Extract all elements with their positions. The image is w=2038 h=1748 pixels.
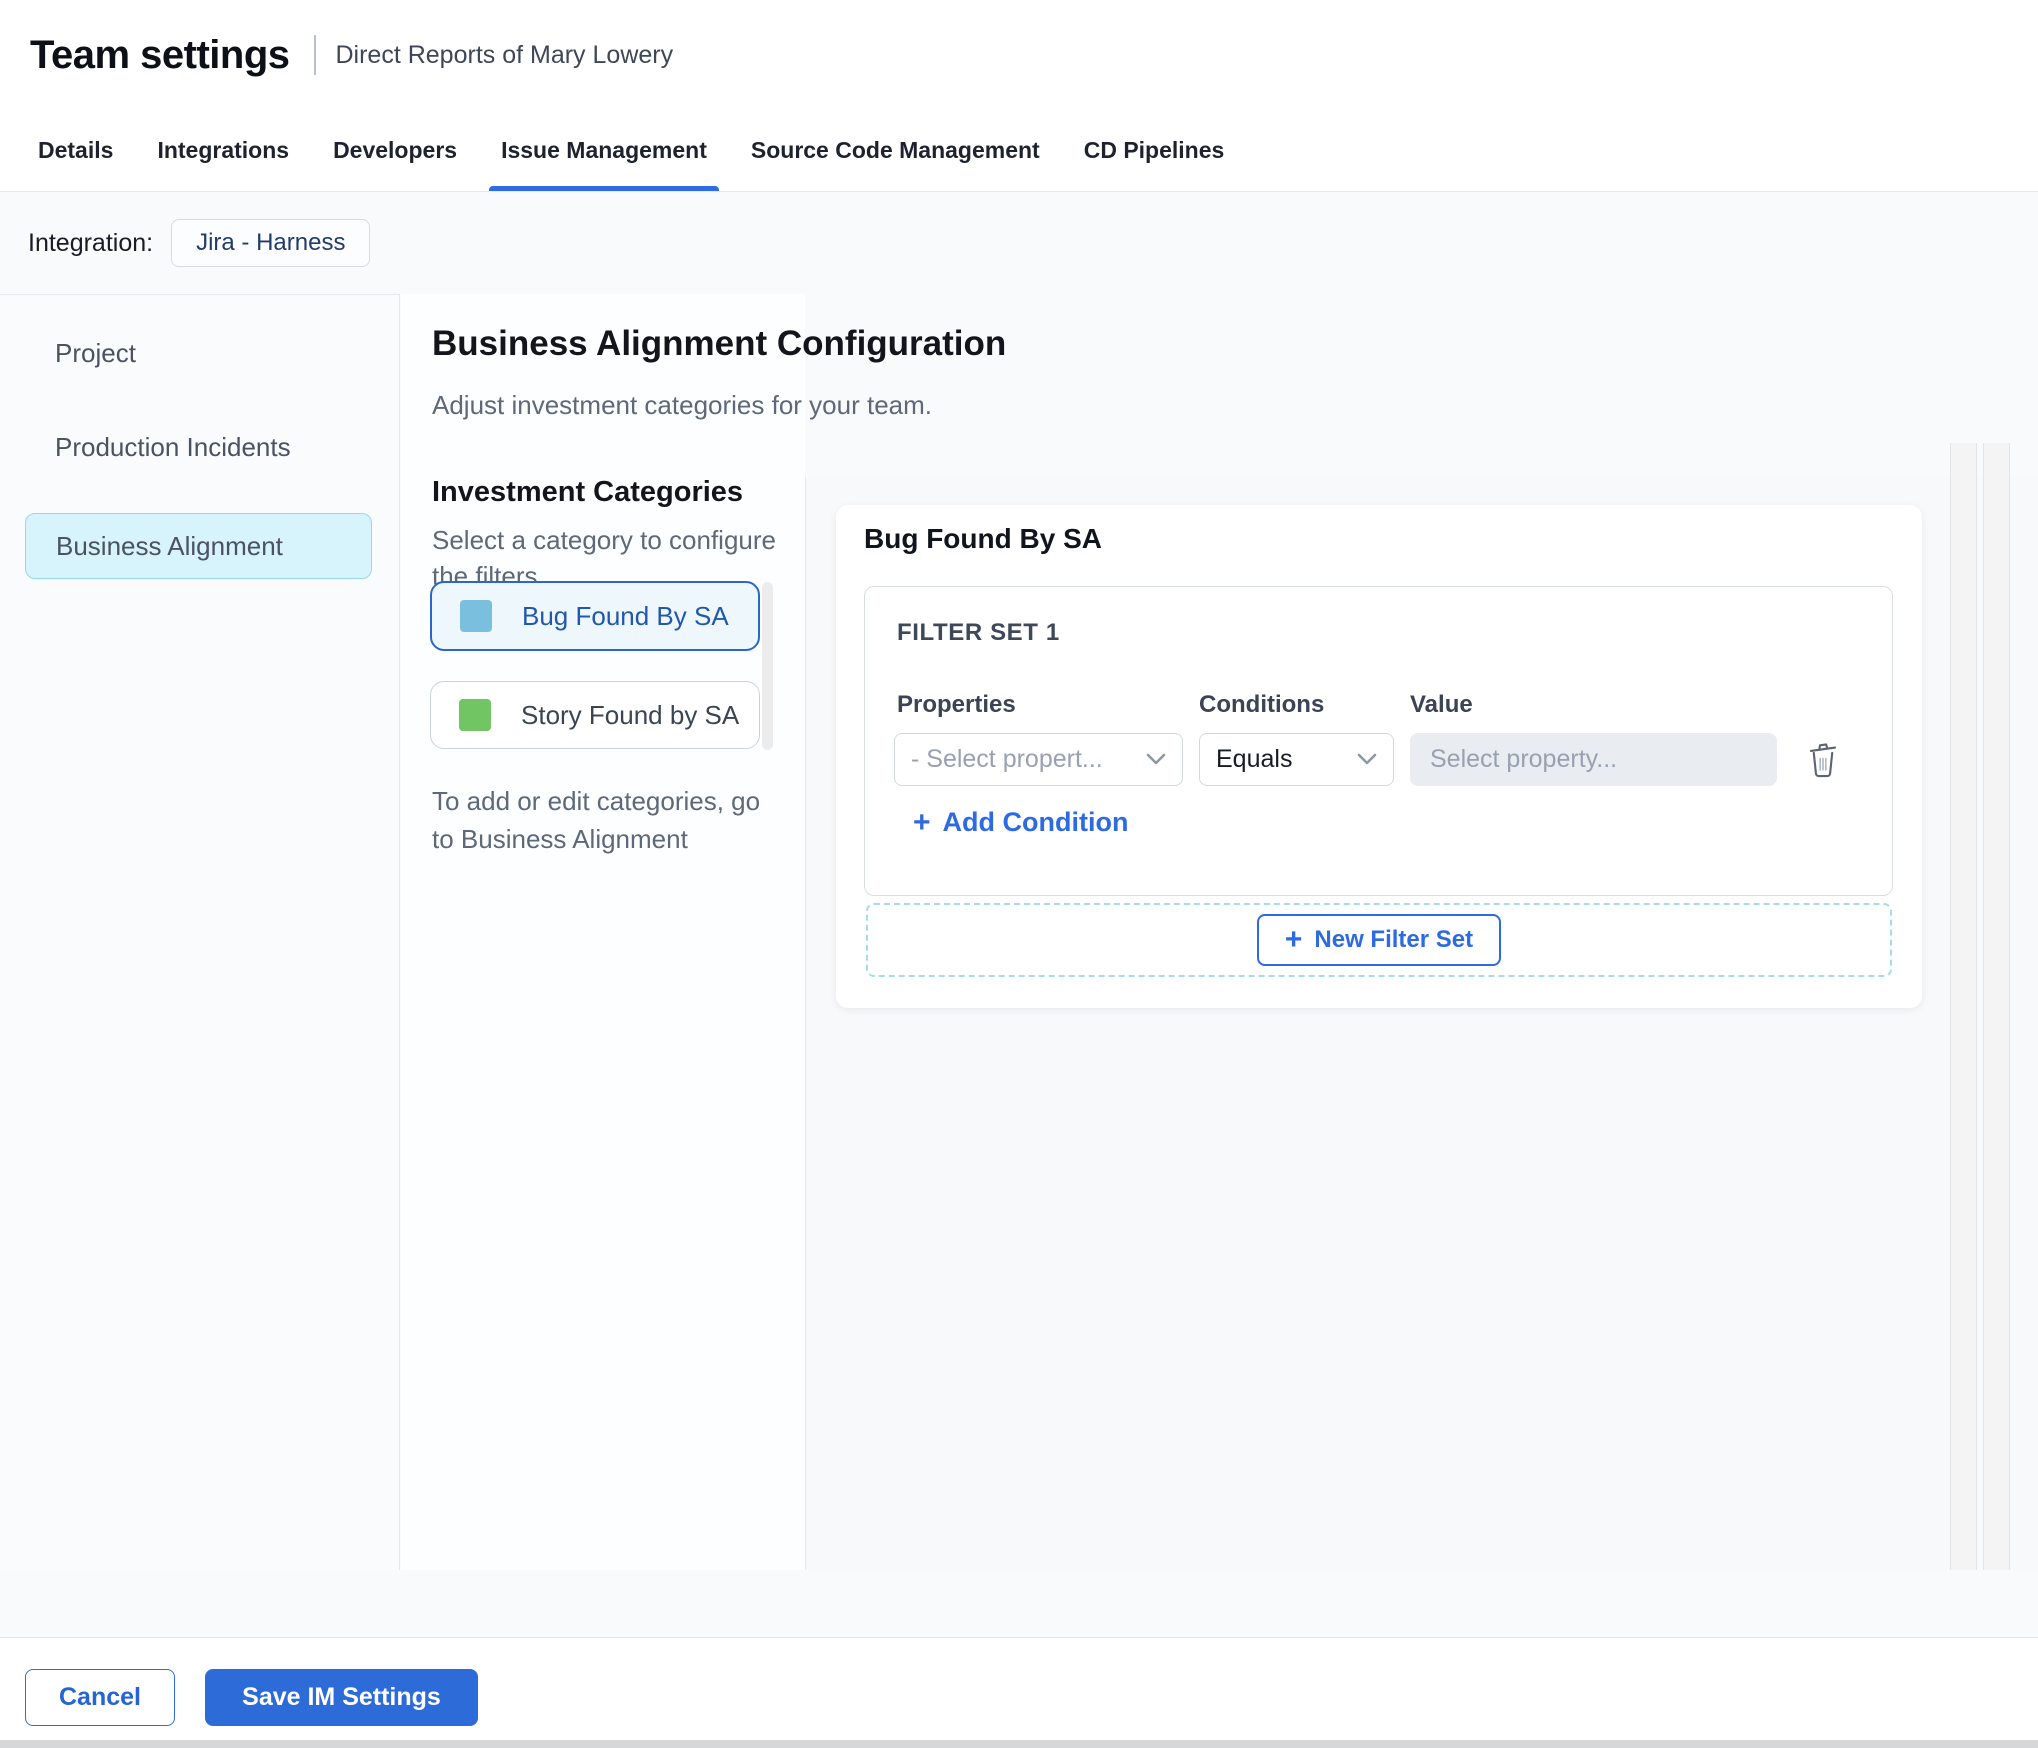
column-label-value: Value bbox=[1410, 691, 1473, 718]
sidebar-item-production-incidents[interactable]: Production Incidents bbox=[25, 414, 372, 480]
chevron-down-icon bbox=[1146, 753, 1166, 766]
filter-set-box: FILTER SET 1 Properties Conditions Value… bbox=[864, 586, 1893, 896]
category-color-swatch bbox=[459, 699, 491, 731]
tab-details[interactable]: Details bbox=[16, 110, 135, 191]
tab-bar: Details Integrations Developers Issue Ma… bbox=[0, 110, 2038, 192]
category-color-swatch bbox=[460, 600, 492, 632]
new-filter-set-dropzone: + New Filter Set bbox=[866, 903, 1892, 977]
category-config-card: Bug Found By SA FILTER SET 1 Properties … bbox=[836, 505, 1922, 1008]
plus-icon: + bbox=[1284, 923, 1303, 956]
footer-bar: Cancel Save IM Settings bbox=[0, 1637, 2038, 1740]
page-header: Team settings Direct Reports of Mary Low… bbox=[0, 0, 2038, 110]
trash-icon bbox=[1806, 740, 1840, 780]
page-scrollbar-track[interactable] bbox=[1983, 443, 2010, 1570]
investment-categories-heading: Investment Categories bbox=[432, 476, 744, 508]
filter-set-title: FILTER SET 1 bbox=[897, 619, 1060, 646]
value-field-wrap bbox=[1410, 733, 1777, 786]
page-title: Team settings bbox=[30, 32, 290, 77]
tab-source-code-management[interactable]: Source Code Management bbox=[729, 110, 1062, 191]
category-label: Story Found by SA bbox=[521, 699, 740, 730]
title-divider bbox=[313, 35, 316, 75]
chevron-down-icon bbox=[1357, 753, 1377, 766]
window-bottom-edge bbox=[0, 1740, 2038, 1748]
add-condition-label: Add Condition bbox=[942, 807, 1129, 837]
tab-issue-management[interactable]: Issue Management bbox=[479, 110, 729, 191]
delete-condition-button[interactable] bbox=[1801, 733, 1845, 786]
config-column: Bug Found By SA FILTER SET 1 Properties … bbox=[806, 477, 2038, 1570]
settings-sidebar: Project Production Incidents Business Al… bbox=[0, 294, 400, 1570]
sidebar-item-project[interactable]: Project bbox=[25, 320, 372, 386]
category-label: Bug Found By SA bbox=[522, 600, 729, 631]
settings-body: Project Production Incidents Business Al… bbox=[0, 294, 2038, 1637]
section-subtitle: Adjust investment categories for your te… bbox=[432, 390, 933, 420]
save-im-settings-button[interactable]: Save IM Settings bbox=[205, 1669, 478, 1726]
tab-cd-pipelines[interactable]: CD Pipelines bbox=[1062, 110, 1247, 191]
tab-developers[interactable]: Developers bbox=[311, 110, 479, 191]
condition-select[interactable]: Equals bbox=[1199, 733, 1394, 786]
plus-icon: + bbox=[913, 805, 931, 839]
new-filter-set-label: New Filter Set bbox=[1314, 926, 1474, 953]
section-title: Business Alignment Configuration bbox=[432, 324, 1007, 363]
integration-chip[interactable]: Jira - Harness bbox=[171, 219, 371, 267]
inner-scrollbar-track[interactable] bbox=[1950, 443, 1977, 1570]
cancel-button[interactable]: Cancel bbox=[25, 1669, 175, 1726]
tab-integrations[interactable]: Integrations bbox=[135, 110, 311, 191]
category-story-found-by-sa[interactable]: Story Found by SA bbox=[430, 681, 760, 749]
column-label-conditions: Conditions bbox=[1199, 691, 1325, 718]
integration-label: Integration: bbox=[28, 228, 154, 257]
column-label-properties: Properties bbox=[897, 691, 1016, 718]
category-bug-found-by-sa[interactable]: Bug Found By SA bbox=[430, 581, 760, 651]
category-list-scrollbar[interactable] bbox=[762, 582, 773, 750]
add-condition-button[interactable]: + Add Condition bbox=[913, 807, 1128, 838]
config-card-title: Bug Found By SA bbox=[864, 523, 1102, 554]
integration-row: Integration: Jira - Harness bbox=[0, 192, 2038, 294]
team-settings-page: Team settings Direct Reports of Mary Low… bbox=[0, 0, 2038, 1748]
content-area: Integration: Jira - Harness Project Prod… bbox=[0, 192, 2038, 1637]
sidebar-item-business-alignment[interactable]: Business Alignment bbox=[25, 513, 372, 579]
condition-select-value: Equals bbox=[1216, 745, 1293, 773]
value-input[interactable] bbox=[1410, 733, 1777, 786]
categories-note: To add or edit categories, go to Busines… bbox=[432, 786, 761, 854]
new-filter-set-button[interactable]: + New Filter Set bbox=[1256, 914, 1502, 966]
page-subtitle: Direct Reports of Mary Lowery bbox=[335, 40, 674, 69]
property-select[interactable]: - Select propert... bbox=[894, 733, 1183, 786]
property-select-placeholder: - Select propert... bbox=[911, 745, 1103, 773]
